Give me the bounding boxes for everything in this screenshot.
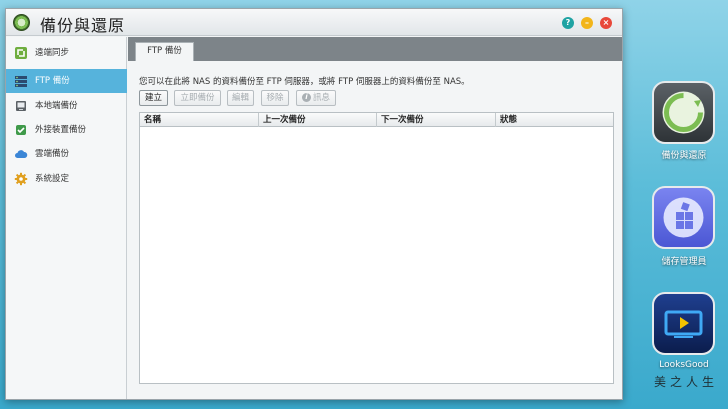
desktop-label-backup-restore: 備份與還原 (661, 151, 707, 161)
sidebar-item-remote-sync[interactable]: 遠端同步 (6, 41, 127, 65)
column-header-name[interactable]: 名稱 (140, 113, 259, 127)
description-text: 您可以在此將 NAS 的資料備份至 FTP 伺服器，或將 FTP 伺服器上的資料… (139, 77, 470, 87)
watermark-signature: 美之人生 (654, 375, 719, 389)
sidebar-item-label: 雲端備份 (35, 149, 70, 159)
gear-icon (14, 172, 28, 186)
sidebar-item-label: FTP 備份 (35, 76, 70, 86)
tab-ftp-backup[interactable]: FTP 備份 (135, 42, 194, 61)
table-header: 名稱 上一次備份 下一次備份 狀態 (140, 113, 613, 127)
help-button[interactable]: ? (562, 17, 574, 29)
info-button-label: 訊息 (312, 93, 330, 103)
looksgood-icon (664, 310, 703, 338)
desktop-label-looksgood: LooksGood (659, 360, 709, 370)
local-drive-icon (16, 101, 26, 111)
column-header-last-backup[interactable]: 上一次備份 (259, 113, 377, 127)
column-header-next-backup[interactable]: 下一次備份 (377, 113, 496, 127)
desktop-label-storage-manager: 儲存管理員 (661, 257, 707, 267)
main-panel: FTP 備份 您可以在此將 NAS 的資料備份至 FTP 伺服器，或將 FTP … (128, 37, 622, 399)
backup-restore-window: 備份與還原 ? – × 遠端同步 FTP 備份 本地端備份 外接裝置備份 雲端備… (5, 8, 623, 400)
app-logo-icon (13, 14, 30, 31)
tab-strip: FTP 備份 (128, 37, 622, 61)
minimize-button[interactable]: – (581, 17, 593, 29)
create-button[interactable]: 建立 (139, 90, 168, 106)
info-icon: i (301, 93, 311, 102)
sidebar-item-label: 系統設定 (35, 174, 70, 184)
external-device-icon (16, 125, 26, 135)
backup-now-button[interactable]: 立即備份 (174, 90, 221, 106)
sidebar-item-system-settings[interactable]: 系統設定 (6, 167, 127, 191)
backup-restore-icon (662, 91, 705, 134)
title-bar[interactable]: 備份與還原 ? – × (6, 9, 622, 36)
cloud-icon (15, 150, 28, 158)
sidebar-item-ftp-backup[interactable]: FTP 備份 (6, 69, 127, 93)
sidebar-item-label: 本地端備份 (35, 101, 78, 111)
column-header-status[interactable]: 狀態 (496, 113, 613, 127)
info-button[interactable]: i 訊息 (296, 90, 336, 106)
desktop-looksgood-app[interactable] (652, 292, 715, 355)
ftp-icon (15, 76, 27, 87)
sidebar-item-label: 遠端同步 (35, 48, 70, 58)
sidebar-item-label: 外接裝置備份 (35, 125, 87, 135)
remote-sync-icon (15, 47, 27, 59)
desktop-storage-manager-app[interactable] (652, 186, 715, 249)
backup-jobs-table[interactable]: 名稱 上一次備份 下一次備份 狀態 (139, 112, 614, 384)
sidebar-item-cloud-backup[interactable]: 雲端備份 (6, 142, 127, 166)
close-button[interactable]: × (600, 17, 612, 29)
edit-button[interactable]: 編輯 (227, 90, 254, 106)
sidebar-item-local-backup[interactable]: 本地端備份 (6, 94, 127, 118)
sidebar-item-external-backup[interactable]: 外接裝置備份 (6, 118, 127, 142)
window-title: 備份與還原 (40, 16, 126, 35)
storage-manager-icon (663, 197, 704, 238)
desktop-backup-restore-app[interactable] (652, 81, 715, 144)
sidebar: 遠端同步 FTP 備份 本地端備份 外接裝置備份 雲端備份 系統設定 (6, 37, 127, 399)
remove-button[interactable]: 移除 (261, 90, 289, 106)
